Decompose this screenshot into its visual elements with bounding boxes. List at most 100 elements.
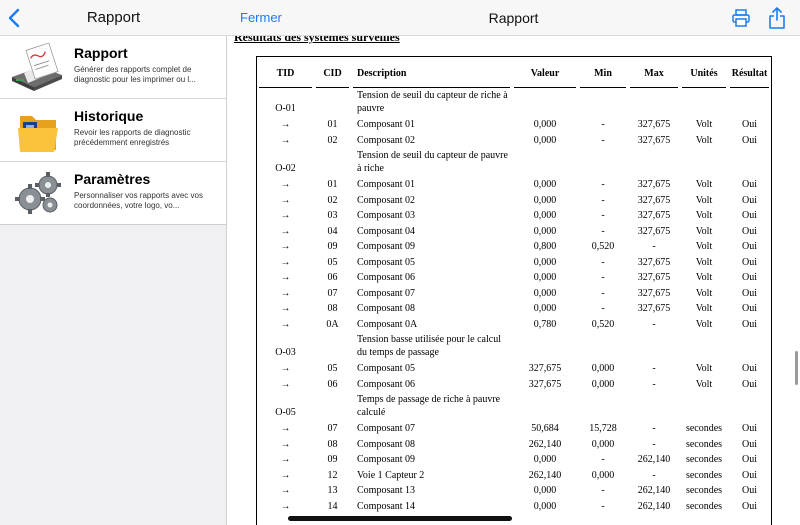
group-cid-empty (314, 332, 351, 361)
row-value: 0,000 (533, 194, 557, 206)
table-row: → 12 Voie 1 Capteur 2 262,140 0,000 - secondes… (257, 468, 771, 484)
row-max: 327,675 (637, 179, 671, 190)
row-unit: secondes (685, 500, 723, 512)
menu-item-title: Rapport (74, 45, 128, 61)
row-arrow: → (280, 485, 291, 496)
row-min: 0,000 (591, 378, 615, 390)
row-result: Oui (742, 303, 757, 314)
row-cid: 14 (327, 500, 338, 512)
row-unit: Volt (695, 378, 713, 390)
row-max: 327,675 (637, 287, 671, 299)
home-indicator[interactable] (288, 516, 512, 521)
menu-item-description: Générer des rapports complet de diagnost… (74, 65, 196, 84)
menu-item-historique[interactable]: Historique Revoir les rapports de diagno… (0, 99, 226, 162)
row-result: Oui (742, 469, 757, 481)
table-row: → 01 Composant 01 0,000 - 327,675 Volt Oui (257, 117, 771, 133)
group-empty-cell (628, 332, 680, 361)
row-cid: 02 (327, 134, 338, 146)
group-description: Tension de seuil du capteur de riche à p… (357, 90, 508, 114)
row-arrow: → (280, 438, 291, 450)
row-description: Composant 02 (357, 134, 416, 146)
row-min: 0,520 (591, 241, 615, 252)
table-row: → 06 Composant 06 327,675 0,000 - Volt Oui (257, 377, 771, 393)
row-value: 0,000 (533, 272, 557, 283)
folder-history-icon (10, 106, 66, 156)
group-empty-cell (728, 392, 771, 421)
group-empty-cell (578, 148, 628, 177)
row-cid: 03 (327, 210, 338, 221)
row-unit: secondes (685, 454, 723, 465)
row-unit: Volt (695, 256, 713, 268)
group-description: Tension de seuil du capteur de pauvre à … (357, 150, 508, 174)
table-row: → 08 Composant 08 0,000 - 327,675 Volt Oui (257, 301, 771, 317)
column-header-unites: Unités (690, 67, 718, 79)
row-result: Oui (742, 225, 757, 237)
row-value: 0,000 (533, 287, 557, 299)
row-arrow: → (280, 119, 291, 130)
row-description: Composant 03 (357, 210, 416, 221)
row-unit: Volt (695, 210, 713, 221)
row-value: 0,000 (533, 225, 557, 237)
row-unit: secondes (685, 438, 723, 450)
row-min: - (601, 303, 605, 314)
group-empty-cell (628, 148, 680, 177)
row-max: 262,140 (637, 454, 671, 465)
row-cid: 07 (327, 423, 338, 434)
row-min: - (601, 272, 605, 283)
row-result: Oui (742, 241, 757, 252)
column-header-resultat: Résultat (731, 67, 768, 79)
row-description: Composant 01 (357, 179, 416, 190)
row-description: Composant 08 (357, 438, 416, 450)
row-value: 262,140 (528, 469, 562, 481)
report-printer-icon (10, 42, 66, 93)
row-value: 0,000 (533, 256, 557, 268)
row-max: - (652, 438, 656, 450)
printer-icon[interactable] (732, 9, 750, 27)
row-description: Composant 06 (357, 378, 416, 390)
row-value: 0,000 (533, 454, 557, 465)
table-row: → 09 Composant 09 0,800 0,520 - Volt Oui (257, 239, 771, 255)
row-result: Oui (742, 363, 757, 374)
row-unit: Volt (695, 179, 713, 190)
group-description: Temps de passage de riche à pauvre calcu… (357, 394, 501, 418)
share-icon[interactable] (768, 7, 786, 29)
column-header-valeur: Valeur (530, 67, 560, 79)
table-group-row: O-03 Tension basse utilisée pour le calcu… (257, 332, 771, 361)
row-unit: Volt (695, 272, 713, 283)
vertical-scrollbar[interactable] (795, 351, 798, 385)
group-empty-cell (628, 88, 680, 117)
row-arrow: → (280, 303, 291, 314)
row-unit: Volt (695, 134, 713, 146)
row-arrow: → (280, 378, 291, 390)
row-max: 327,675 (637, 303, 671, 314)
row-result: Oui (742, 500, 757, 512)
menu-item-rapport[interactable]: Rapport Générer des rapports complet de … (0, 36, 226, 99)
row-max: 327,675 (637, 134, 671, 146)
row-min: 0,000 (591, 438, 615, 450)
row-min: - (601, 194, 605, 206)
group-empty-cell (512, 392, 578, 421)
row-value: 50,684 (531, 423, 559, 434)
row-arrow: → (280, 500, 291, 512)
row-max: 327,675 (637, 119, 671, 130)
menu-item-description: Revoir les rapports de diagnostic précéd… (74, 128, 191, 147)
row-min: 0,000 (591, 363, 615, 374)
table-body: O-01 Tension de seuil du capteur de riche… (257, 88, 771, 514)
row-arrow: → (280, 179, 291, 190)
detail-nav-bar: Fermer Rapport (227, 0, 800, 36)
menu-item-description: Personnaliser vos rapports avec vos coor… (74, 191, 203, 210)
group-empty-cell (578, 392, 628, 421)
group-empty-cell (512, 332, 578, 361)
menu-item-parametres[interactable]: Paramètres Personnaliser vos rapports av… (0, 162, 226, 225)
report-document[interactable]: Résultats des systèmes surveillés TID CI… (227, 36, 800, 525)
row-min: 0,000 (591, 469, 615, 481)
row-cid: 13 (327, 485, 338, 496)
row-arrow: → (280, 210, 291, 221)
row-arrow: → (280, 272, 291, 283)
row-value: 327,675 (528, 378, 562, 390)
row-arrow: → (280, 469, 291, 481)
results-table: TID CID Description Valeur Min Max Unité… (257, 57, 771, 514)
column-header-description: Description (357, 67, 407, 79)
row-min: - (601, 287, 605, 299)
row-max: 262,140 (637, 500, 671, 512)
